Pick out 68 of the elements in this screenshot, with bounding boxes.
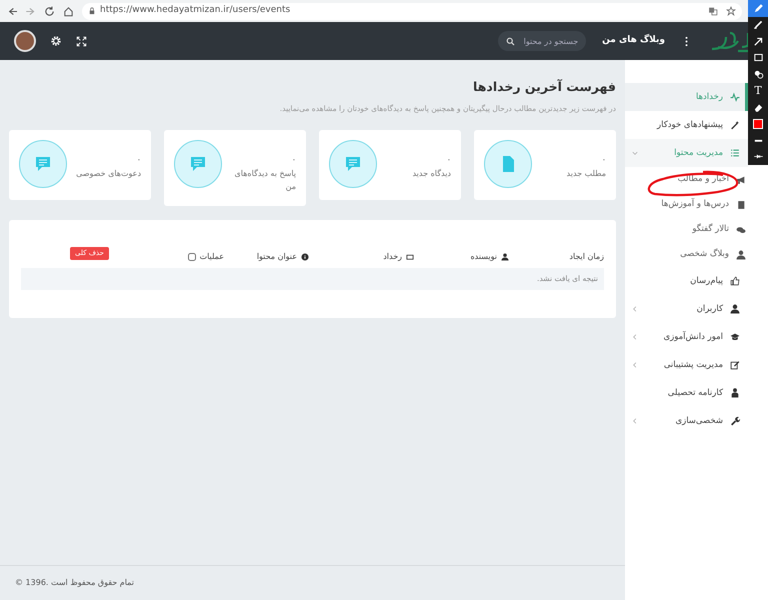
column-header: رخداد (309, 250, 414, 263)
url-text: https://www.hedayatmizan.ir/users/events (100, 4, 290, 18)
pulse-icon (730, 92, 740, 102)
wrench-icon (730, 416, 740, 426)
column-header: عملیات (109, 250, 224, 263)
eraser-icon (752, 102, 764, 113)
arrow-icon (752, 36, 764, 47)
submenu-item[interactable]: وبلاگ شخصی (625, 242, 768, 267)
avatar[interactable] (14, 30, 36, 52)
sidebar-item[interactable]: شخصی‌سازی (625, 407, 748, 435)
column-header: نویسنده (414, 250, 509, 263)
stat-label: دیدگاه جدید (411, 168, 451, 180)
info-icon (301, 252, 309, 261)
rectangle-icon (752, 52, 764, 64)
cap-icon (730, 332, 740, 342)
star-icon (726, 6, 736, 16)
footer-text: © 1396. تمام حقوق محفوظ است (15, 577, 134, 589)
translate-icon (708, 6, 718, 16)
stat-label: دعوت‌های خصوصی (75, 168, 141, 180)
stat-count: ۰ (600, 154, 606, 166)
text-tool[interactable]: T (748, 82, 768, 99)
person-icon (730, 388, 740, 398)
lock-icon (88, 7, 96, 15)
menu-link[interactable]: وبلاگ های من (602, 34, 665, 48)
comment-icon (34, 155, 52, 173)
search-icon (506, 36, 516, 46)
stat-count: ۰ (136, 154, 141, 166)
edit-icon (730, 360, 740, 370)
megaphone-icon (736, 174, 746, 184)
submenu-item[interactable]: درس‌ها و آموزش‌ها (625, 192, 768, 217)
reload-icon (44, 6, 55, 16)
sidebar-item[interactable]: پیشنهادهای خودکار (625, 111, 748, 139)
sidebar-item[interactable]: پیام‌رسان (625, 267, 748, 295)
color-swatch[interactable] (753, 118, 763, 129)
settings-icon (50, 35, 62, 47)
comment-icon (344, 155, 362, 173)
comment-icon (189, 155, 207, 173)
chat-icon (736, 224, 746, 234)
back-icon (6, 6, 17, 16)
marker-icon (752, 19, 764, 30)
sidebar-item[interactable]: کارنامه تحصیلی (625, 379, 748, 407)
sidebar-item[interactable]: کاربران (625, 295, 748, 323)
forward-icon (25, 6, 36, 16)
search-field[interactable]: جستجو در محتوا (498, 31, 586, 51)
pen-tool[interactable] (748, 0, 768, 16)
list-icon (730, 148, 740, 158)
thumb-icon (730, 276, 740, 286)
stat-label: مطلب جدید (566, 168, 606, 180)
user-icon (736, 250, 746, 260)
address-bar[interactable]: https://www.hedayatmizan.ir/users/events (82, 2, 742, 20)
stat-count: ۰ (290, 154, 296, 166)
home-icon (63, 6, 74, 16)
submenu-item[interactable]: تالار گفتگو (625, 217, 768, 242)
stat-label: پاسخ به دیدگاه‌های من (234, 168, 296, 193)
stat-count: ۰ (446, 154, 451, 166)
page-title: فهرست آخرین رخدادها (472, 78, 616, 96)
fullscreen-icon (76, 36, 87, 46)
submenu-item[interactable]: اخبار و مطالب (625, 167, 768, 192)
sidebar-item[interactable]: مدیریت پشتیبانی (625, 351, 748, 379)
user-icon (730, 304, 740, 314)
wand-icon (730, 120, 740, 130)
stamp-icon (752, 68, 764, 80)
select-all-checkbox[interactable] (188, 252, 196, 261)
pen-icon (752, 2, 764, 14)
user-icon (501, 252, 509, 261)
column-header: عنوان محتوا (224, 250, 309, 263)
sidebar-item[interactable]: امور دانش‌آموزی (625, 323, 748, 351)
column-header: زمان ایجاد (568, 250, 604, 263)
